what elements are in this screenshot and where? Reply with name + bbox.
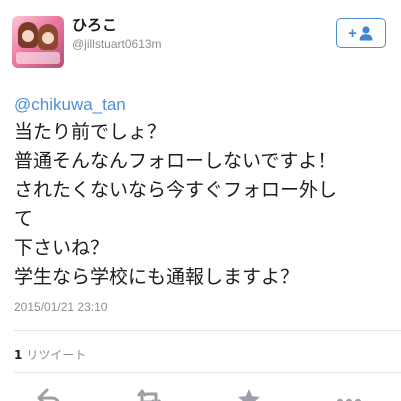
tweet-text-line: て — [14, 208, 34, 230]
tweet-timestamp: 2015/01/21 23:10 — [14, 300, 108, 314]
tweet-actions-bar — [0, 382, 401, 401]
tweet-detail-screen: ひろこ @jillstuart0613m + @chikuwa_tan 当たり前… — [0, 0, 401, 401]
retweet-icon — [136, 389, 162, 401]
avatar-face — [22, 30, 34, 42]
plus-icon: + — [348, 24, 357, 42]
avatar-caption-strip — [16, 52, 60, 64]
user-handle[interactable]: @jillstuart0613m — [72, 37, 162, 51]
avatar[interactable] — [12, 16, 64, 68]
favorite-button[interactable] — [234, 388, 264, 401]
more-icon — [336, 398, 362, 401]
tweet-text-line: 下さいね？ — [14, 237, 110, 259]
avatar-face — [42, 32, 54, 44]
retweet-stats[interactable]: 1 リツイート — [14, 346, 86, 363]
mention-link[interactable]: @chikuwa_tan — [14, 92, 394, 118]
follow-button[interactable]: + — [336, 18, 386, 48]
retweet-label: リツイート — [26, 348, 87, 362]
add-user-icon — [359, 26, 373, 41]
reply-button[interactable] — [34, 388, 64, 401]
reply-icon — [37, 388, 60, 401]
divider — [14, 372, 401, 373]
tweet-text-line: 普通そんなんフォローしないですよ！ — [14, 150, 337, 172]
retweet-button[interactable] — [134, 388, 164, 401]
tweet-text-line: されたくないなら今すぐフォロー外し — [14, 179, 338, 201]
divider — [14, 330, 401, 331]
display-name[interactable]: ひろこ — [72, 14, 117, 35]
more-button[interactable] — [334, 388, 364, 401]
tweet-header: ひろこ @jillstuart0613m + — [0, 0, 401, 80]
retweet-count: 1 — [14, 348, 23, 362]
tweet-text-line: 当たり前でしょ？ — [14, 121, 167, 143]
star-icon — [238, 389, 260, 401]
tweet-text-line: 学生なら学校にも通報しますよ？ — [14, 266, 300, 288]
tweet-body: @chikuwa_tan 当たり前でしょ？ 普通そんなんフォローしないですよ！ … — [14, 92, 394, 292]
